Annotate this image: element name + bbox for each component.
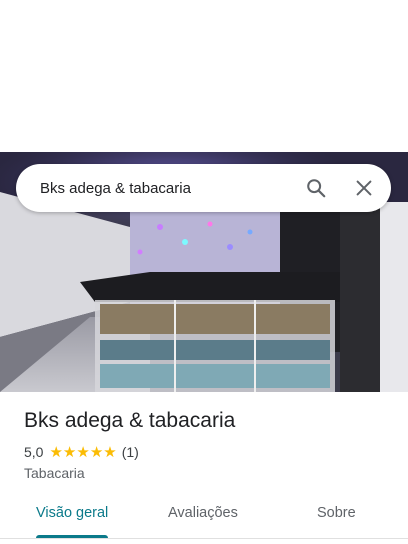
tab-bar: Visão geral Avaliações Sobre (0, 490, 408, 544)
tab-overview[interactable]: Visão geral (36, 505, 108, 521)
place-title: Bks adega & tabacaria (24, 409, 236, 432)
star-icon: ★ (103, 443, 117, 461)
star-icon: ★ (49, 443, 63, 461)
place-category[interactable]: Tabacaria (24, 465, 85, 481)
rating-value: 5,0 (24, 444, 44, 460)
search-input[interactable]: Bks adega & tabacaria (40, 180, 292, 197)
star-icon: ★ (76, 443, 90, 461)
divider (0, 538, 408, 539)
star-icon: ★ (89, 443, 104, 461)
tab-reviews[interactable]: Avaliações (168, 505, 238, 521)
rating-row[interactable]: 5,0 ★ ★ ★ ★ ★ (1) (24, 444, 139, 460)
search-icon[interactable] (292, 164, 340, 212)
rating-stars: ★ ★ ★ ★ ★ (49, 445, 116, 460)
close-icon[interactable] (340, 164, 388, 212)
tab-about[interactable]: Sobre (317, 505, 356, 521)
star-icon: ★ (62, 443, 77, 461)
search-bar[interactable]: Bks adega & tabacaria (16, 164, 391, 212)
review-count[interactable]: (1) (122, 444, 139, 460)
